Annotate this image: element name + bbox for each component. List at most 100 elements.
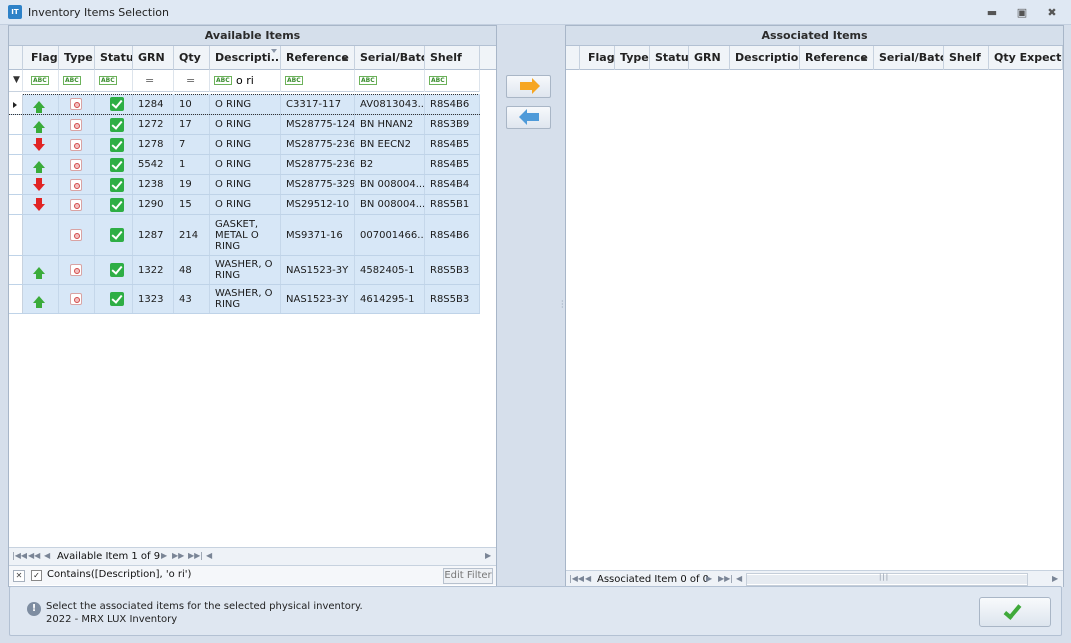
table-row[interactable]: 1272 17 O RING MS28775-124 BN HNAN2 R8S3B9 [9,115,480,135]
next-record-icon[interactable]: ▶ [161,551,167,560]
first-record-icon[interactable]: |◀◀ [12,551,27,560]
row-indicator[interactable] [9,215,23,255]
close-icon[interactable]: ✖ [1041,4,1063,21]
serial-cell[interactable]: 007001466... [355,215,425,255]
type-cell[interactable] [59,94,95,114]
assoc-col-grn[interactable]: GRN [689,46,730,70]
shelf-cell[interactable]: R8S5B3 [425,285,480,313]
prev-page-icon[interactable]: ◀◀ [28,551,40,560]
next-record-icon[interactable]: ▶ [706,574,712,583]
table-row[interactable]: 1322 48 WASHER, O RING NAS1523-3Y 4582405-1 R… [9,256,480,285]
maximize-icon[interactable]: ▣ [1011,4,1033,21]
type-cell[interactable] [59,175,95,194]
last-record-icon[interactable]: ▶▶| [188,551,203,560]
flag-cell[interactable] [23,256,59,284]
status-cell[interactable] [95,155,133,174]
status-cell[interactable] [95,115,133,134]
confirm-button[interactable] [979,597,1051,627]
filter-shelf[interactable]: ABC [425,70,480,92]
qty-cell[interactable]: 48 [174,256,210,284]
edit-filter-button[interactable]: Edit Filter [443,568,493,584]
table-row[interactable]: 1290 15 O RING MS29512-10 BN 008004... R8S5B1 [9,195,480,215]
description-cell[interactable]: WASHER, O RING [210,256,281,284]
table-row[interactable]: 1287 214 GASKET, METAL O RING MS9371-16 0070… [9,215,480,256]
row-indicator[interactable] [9,175,23,194]
scroll-right-icon[interactable]: ▶ [1052,574,1058,583]
serial-cell[interactable]: 4614295-1 [355,285,425,313]
grn-cell[interactable]: 1323 [133,285,174,313]
col-serial-batch[interactable]: Serial/Batch [355,46,425,70]
shelf-cell[interactable]: R8S4B5 [425,155,480,174]
splitter-handle[interactable]: · · · [561,298,564,312]
flag-cell[interactable] [23,285,59,313]
status-cell[interactable] [95,215,133,255]
row-indicator[interactable] [9,115,23,134]
grn-cell[interactable]: 1238 [133,175,174,194]
qty-cell[interactable]: 43 [174,285,210,313]
type-cell[interactable] [59,155,95,174]
filter-reference[interactable]: ABC [281,70,355,92]
filter-description[interactable]: ABC o ri [210,70,281,92]
type-cell[interactable] [59,215,95,255]
col-grn[interactable]: GRN [133,46,174,70]
status-cell[interactable] [95,285,133,313]
description-cell[interactable]: O RING [210,175,281,194]
scroll-left-icon[interactable]: ◀ [206,551,212,560]
table-row[interactable]: 1284 10 O RING C3317-117 AV0813043... R8S4B6 [9,94,480,115]
qty-cell[interactable]: 214 [174,215,210,255]
horizontal-scrollbar[interactable]: ||| [746,573,1028,586]
flag-cell[interactable] [23,175,59,194]
row-indicator[interactable] [9,285,23,313]
serial-cell[interactable]: BN EECN2 [355,135,425,154]
reference-cell[interactable]: MS28775-124 [281,115,355,134]
description-filter-value[interactable]: o ri [236,74,254,87]
status-cell[interactable] [95,256,133,284]
next-page-icon[interactable]: ▶▶ [172,551,184,560]
type-cell[interactable] [59,195,95,214]
flag-cell[interactable] [23,195,59,214]
grn-cell[interactable]: 1322 [133,256,174,284]
serial-cell[interactable]: BN 008004... [355,195,425,214]
serial-cell[interactable]: B2 [355,155,425,174]
shelf-cell[interactable]: R8S4B4 [425,175,480,194]
col-qty[interactable]: Qty [174,46,210,70]
minimize-icon[interactable]: ▬ [981,4,1003,21]
prev-record-icon[interactable]: ◀ [44,551,50,560]
table-row[interactable]: 5542 1 O RING MS28775-236 B2 R8S4B5 [9,155,480,175]
assoc-col-reference[interactable]: Reference [800,46,874,70]
type-cell[interactable] [59,285,95,313]
qty-cell[interactable]: 7 [174,135,210,154]
row-indicator[interactable] [9,195,23,214]
flag-cell[interactable] [23,155,59,174]
status-cell[interactable] [95,94,133,114]
description-cell[interactable]: GASKET, METAL O RING [210,215,281,255]
col-type[interactable]: Type [59,46,95,70]
filter-grn[interactable]: = [133,70,174,92]
serial-cell[interactable]: BN 008004... [355,175,425,194]
filter-qty[interactable]: = [174,70,210,92]
scroll-left-icon[interactable]: ◀ [736,574,742,583]
scrollbar-thumb[interactable]: ||| [747,573,1027,584]
filter-enabled-checkbox[interactable]: ✓ [31,570,42,581]
clear-filter-icon[interactable]: ✕ [13,570,25,582]
filter-serial-batch[interactable]: ABC [355,70,425,92]
assoc-col-serial-batch[interactable]: Serial/Batch [874,46,944,70]
assoc-col-qty-expected[interactable]: Qty Expected [989,46,1063,70]
type-cell[interactable] [59,135,95,154]
row-indicator[interactable] [9,135,23,154]
description-cell[interactable]: O RING [210,115,281,134]
status-cell[interactable] [95,175,133,194]
table-row[interactable]: 1323 43 WASHER, O RING NAS1523-3Y 4614295-1 R… [9,285,480,314]
shelf-cell[interactable]: R8S5B3 [425,256,480,284]
first-record-icon[interactable]: |◀◀ [569,574,584,583]
row-indicator[interactable] [9,155,23,174]
grn-cell[interactable]: 1287 [133,215,174,255]
filter-flag[interactable]: ABC [23,70,59,92]
description-cell[interactable]: O RING [210,94,281,114]
prev-record-icon[interactable]: ◀ [585,574,591,583]
table-row[interactable]: 1278 7 O RING MS28775-236 BN EECN2 R8S4B5 [9,135,480,155]
qty-cell[interactable]: 1 [174,155,210,174]
scroll-right-icon[interactable]: ▶ [485,551,491,560]
add-to-associated-button[interactable] [506,75,551,98]
reference-cell[interactable]: NAS1523-3Y [281,285,355,313]
